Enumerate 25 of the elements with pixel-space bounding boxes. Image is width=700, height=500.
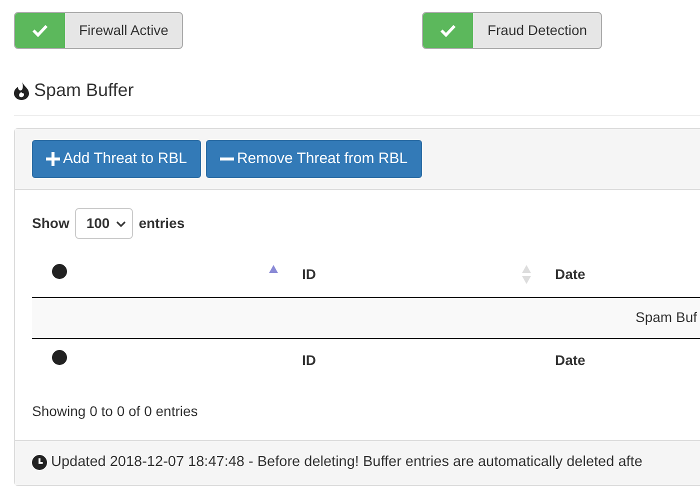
section-title: Spam Buffer: [34, 79, 134, 102]
empty-table-message: Spam Buf: [636, 309, 697, 325]
entries-label: entries: [138, 214, 185, 233]
update-note: Updated 2018-12-07 18:47:48 - Before deleting! Buffer entries are automatically deleted afte: [51, 453, 642, 472]
fire-icon: [13, 81, 30, 100]
check-icon: [440, 24, 456, 37]
remove-button[interactable]: Remove Threat from RBL: [206, 140, 422, 178]
page-size-select[interactable]: 100: [75, 208, 133, 239]
column-header[interactable]: ID: [302, 266, 316, 282]
column-header[interactable]: Date: [555, 266, 586, 282]
show-label: Show: [32, 214, 70, 233]
status-dot-icon: [52, 350, 67, 366]
entries-info: Showing 0 to 0 of 0 entries: [32, 402, 199, 421]
add-button[interactable]: Add Threat to RBL: [32, 140, 201, 178]
toggle-switch[interactable]: Firewall Active: [14, 12, 184, 49]
check-icon: [32, 24, 48, 37]
toggle-switch[interactable]: Fraud Detection: [422, 12, 602, 49]
chevron-down-icon: [116, 220, 126, 226]
clock-icon: [32, 455, 47, 470]
minus-icon: [220, 157, 234, 161]
plus-icon: [46, 152, 60, 166]
column-footer: ID: [302, 352, 316, 368]
column-footer: Date: [555, 352, 586, 368]
status-dot-icon: [52, 264, 67, 279]
sort-ascending-icon[interactable]: [269, 265, 278, 273]
